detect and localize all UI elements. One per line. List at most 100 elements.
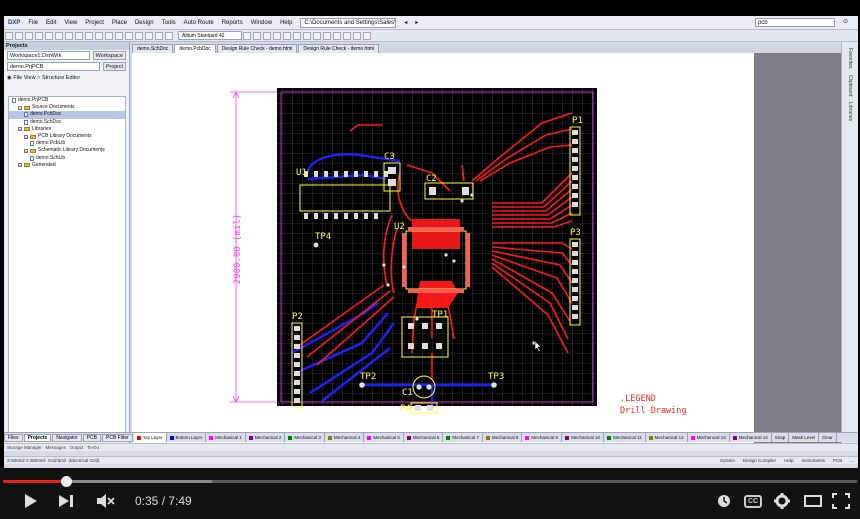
status-help[interactable]: Help <box>784 457 793 464</box>
layer-tab[interactable]: Mechanical 6 <box>404 433 444 442</box>
align-icon[interactable] <box>363 31 371 40</box>
tree-item[interactable]: − Schematic Library Documents <box>9 147 125 154</box>
captions-button[interactable]: CC <box>744 492 763 510</box>
document-path-field[interactable]: C:\Documents and Settings\Sales\Pri <box>300 17 397 28</box>
layer-tab[interactable]: Mechanical 13 <box>688 433 730 442</box>
project-button[interactable]: Project <box>102 62 126 71</box>
layer-tab[interactable]: Mechanical 4 <box>325 433 365 442</box>
new-doc-icon[interactable] <box>5 31 13 40</box>
menu-auto-route[interactable]: Auto Route <box>184 20 214 26</box>
tree-item[interactable]: demo.PcbDoc <box>9 111 125 119</box>
wire-icon[interactable] <box>155 31 163 40</box>
layer-tab[interactable]: Bottom Layer <box>167 433 207 442</box>
tree-item[interactable]: − PCB Library Documents <box>9 133 125 140</box>
status-system[interactable]: System <box>720 457 735 464</box>
print-icon[interactable] <box>35 31 43 40</box>
libraries-tab[interactable]: Libraries <box>847 102 853 121</box>
tree-item[interactable]: − Generated <box>9 162 125 169</box>
zoom-fit-icon[interactable] <box>45 31 53 40</box>
tree-item[interactable]: demo.SchDoc <box>9 119 125 126</box>
menu-reports[interactable]: Reports <box>222 20 243 26</box>
workspace-select[interactable]: Workspace1.DsnWrk <box>7 51 90 60</box>
tree-item[interactable]: − Libraries <box>9 126 125 133</box>
panel-tab-pcb-filter[interactable]: PCB Filter <box>101 433 133 442</box>
component-icon[interactable] <box>293 31 301 40</box>
dimension-icon[interactable] <box>333 31 341 40</box>
panel-tab-navigator[interactable]: Navigator <box>52 433 82 442</box>
expand-icon[interactable]: − <box>18 105 22 110</box>
cut-icon[interactable] <box>65 31 73 40</box>
fill-icon[interactable] <box>313 31 321 40</box>
clipboard-tab[interactable]: Clipboard <box>847 75 853 96</box>
select-icon[interactable] <box>95 31 103 40</box>
pad-icon[interactable] <box>263 31 271 40</box>
expand-icon[interactable]: − <box>24 134 28 139</box>
deselect-icon[interactable] <box>115 31 123 40</box>
zoom-area-icon[interactable] <box>55 31 63 40</box>
arc-icon[interactable] <box>253 31 261 40</box>
progress-bar[interactable] <box>3 476 857 487</box>
tab-drc-report-2[interactable]: Design Rule Check - demo.html <box>298 44 379 53</box>
menu-file[interactable]: File <box>28 20 38 26</box>
menu-window[interactable]: Window <box>251 20 272 26</box>
storage-manager-tab[interactable]: Storage Manager <box>7 445 42 450</box>
nav-forward-icon[interactable]: ▸ <box>415 19 418 26</box>
scrubber-handle[interactable] <box>61 476 73 487</box>
layer-tab[interactable]: Mechanical 9 <box>522 433 562 442</box>
messages-tab[interactable]: Messages <box>46 445 67 450</box>
polygon-icon[interactable] <box>303 31 311 40</box>
layer-tab[interactable]: Mechanical 7 <box>443 433 483 442</box>
layer-tab[interactable]: Mechanical 8 <box>483 433 523 442</box>
origin-icon[interactable] <box>343 31 351 40</box>
expand-icon[interactable]: − <box>24 148 28 153</box>
copy-icon[interactable] <box>75 31 83 40</box>
status-design-compiler[interactable]: Design Compiler <box>743 457 776 464</box>
expand-icon[interactable]: − <box>18 127 22 132</box>
settings-button[interactable] <box>774 492 790 510</box>
tree-item[interactable]: demo.PcbLib <box>9 140 125 147</box>
theater-mode-button[interactable] <box>804 492 822 510</box>
menu-project[interactable]: Project <box>85 20 104 26</box>
save-icon[interactable] <box>25 31 33 40</box>
nav-back-icon[interactable]: ◂ <box>404 19 407 26</box>
status-pcb[interactable]: PCB <box>833 457 842 464</box>
pcb-canvas[interactable]: 2900.00 (mil) P1 U1 C3 C2 U2 TP4 P3 P2 T… <box>132 53 754 445</box>
move-icon[interactable] <box>105 31 113 40</box>
panel-tab-pcb[interactable]: PCB <box>82 433 101 442</box>
mute-button[interactable] <box>96 492 116 510</box>
paste-icon[interactable] <box>85 31 93 40</box>
menu-edit[interactable]: Edit <box>46 20 56 26</box>
fullscreen-button[interactable] <box>832 492 850 510</box>
layer-tab[interactable]: Mechanical 5 <box>364 433 404 442</box>
layer-tab[interactable]: Mechanical 10 <box>562 433 604 442</box>
layer-tab[interactable]: Mechanical 1 <box>206 433 246 442</box>
status-instruments[interactable]: Instruments <box>801 457 825 464</box>
panel-tab-files[interactable]: Files <box>4 433 23 442</box>
menu-place[interactable]: Place <box>112 20 127 26</box>
room-icon[interactable] <box>353 31 361 40</box>
tree-item[interactable]: demo.SchLib <box>9 155 125 162</box>
project-field[interactable]: demo.PrjPCB <box>7 62 100 71</box>
menu-help[interactable]: Help <box>280 20 292 26</box>
tab-pcb-doc[interactable]: demo.PcbDoc <box>174 44 216 53</box>
menu-design[interactable]: Design <box>135 20 154 26</box>
tab-sch-doc[interactable]: demo.SchDoc <box>132 44 174 53</box>
menu-tools[interactable]: Tools <box>162 20 176 26</box>
cross-probe-icon[interactable] <box>125 31 133 40</box>
layer-tab[interactable]: Mechanical 3 <box>285 433 325 442</box>
next-button[interactable] <box>58 492 76 510</box>
tree-item[interactable]: demo.PrjPCB <box>9 97 125 104</box>
search-input[interactable]: pcb <box>754 18 835 27</box>
panel-tab-projects[interactable]: Projects <box>23 433 52 442</box>
tree-item[interactable]: − Source Documents <box>9 104 125 111</box>
redo-icon[interactable] <box>145 31 153 40</box>
watch-later-button[interactable] <box>716 492 732 510</box>
dxp-logo[interactable]: DXP <box>8 20 20 26</box>
layer-tab[interactable]: Mechanical 2 <box>246 433 286 442</box>
status-more[interactable]: ... <box>850 457 854 464</box>
3d-view-icon[interactable] <box>165 31 173 40</box>
favorites-tab[interactable]: Favorites <box>847 48 853 69</box>
search-go-icon[interactable]: ⊙ <box>843 18 848 27</box>
layer-tab[interactable]: Top Layer <box>133 433 167 442</box>
output-tab[interactable]: Output <box>70 445 84 450</box>
